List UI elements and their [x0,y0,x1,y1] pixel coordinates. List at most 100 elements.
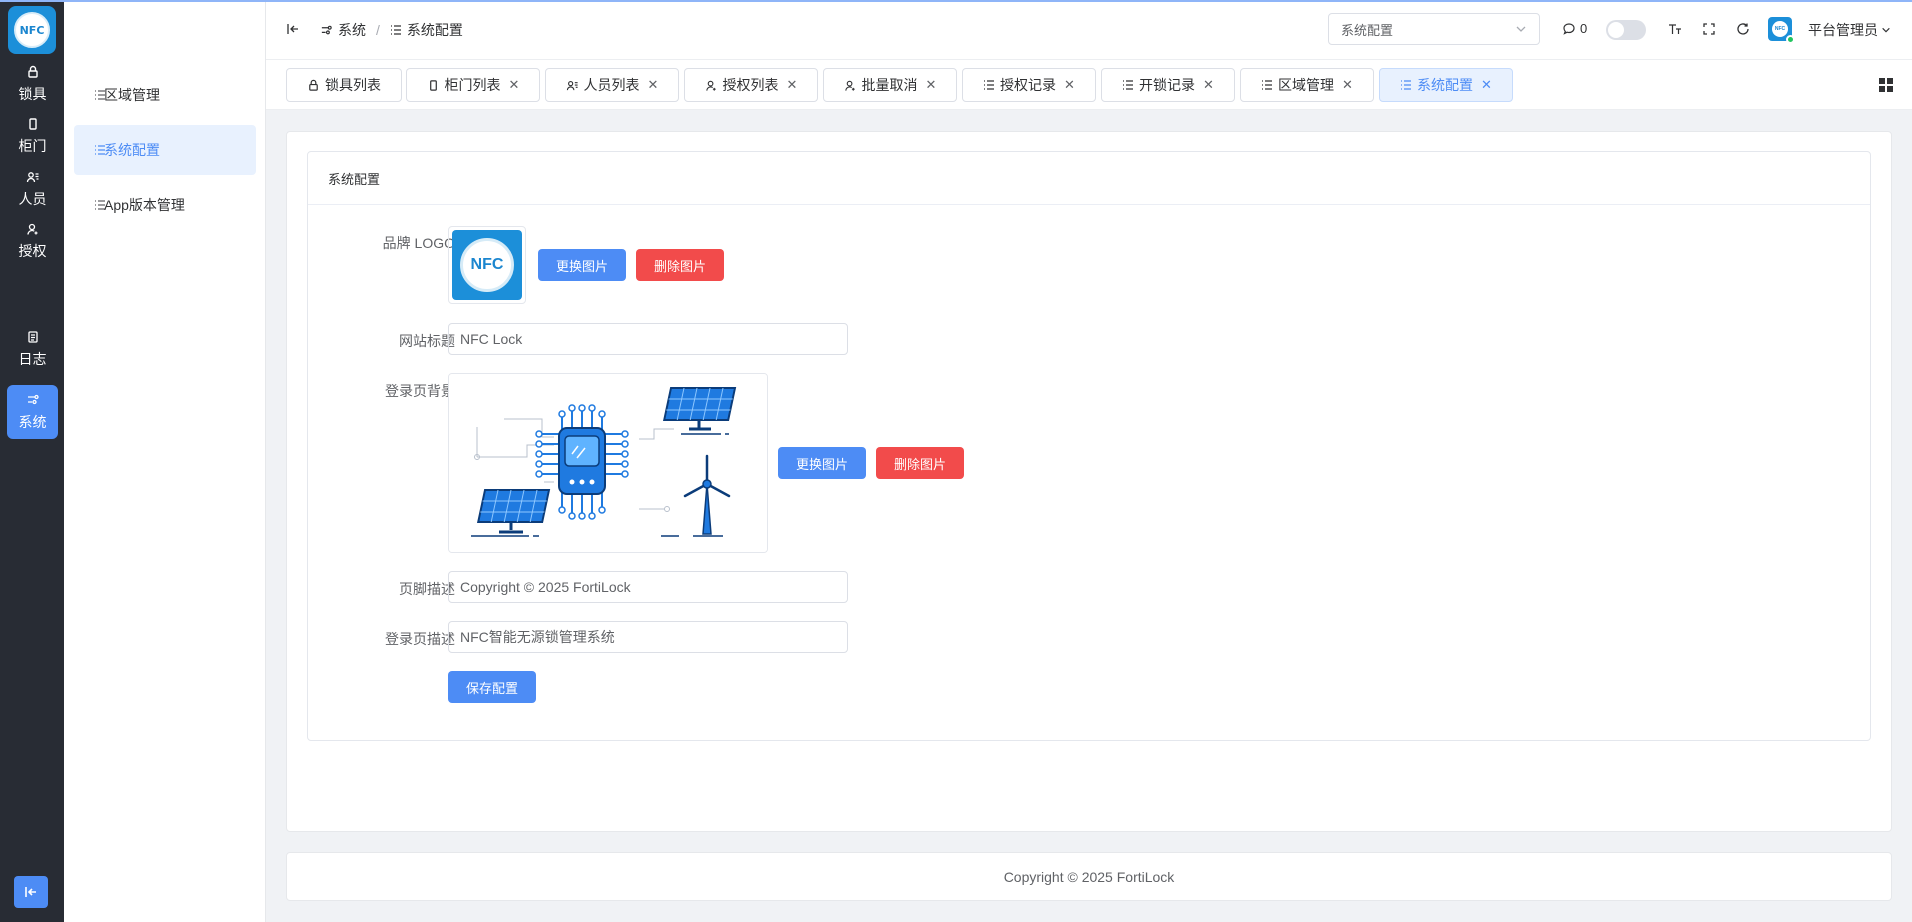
login-bg-label: 登录页背景 [385,383,455,399]
users-icon [26,171,38,182]
close-icon[interactable]: ✕ [1064,77,1075,93]
footer-desc-input[interactable]: Copyright © 2025 FortiLock [448,571,848,603]
list-icon [984,80,995,90]
tab-auth-records[interactable]: 授权记录 ✕ [962,68,1096,102]
tab-lock-list[interactable]: 锁具列表 [286,68,402,102]
tab-label: 人员列表 [583,77,640,93]
message-count: 0 [1580,21,1588,36]
settings-sliders-icon [321,25,332,34]
tab-batch-cancel[interactable]: 批量取消 ✕ [823,68,957,102]
menu-search-select[interactable]: 系统配置 [1328,13,1540,45]
avatar-text: NFC [1772,21,1788,37]
primary-nav-rail: NFC 锁具 柜门 人员 授权 日志 系统 [0,0,64,922]
user-key-icon [844,80,855,91]
user-key-icon [26,223,37,235]
rail-item-label: 系统 [18,413,47,430]
close-icon[interactable]: ✕ [509,77,520,93]
list-icon [1123,80,1134,90]
top-header: 系统 / 系统配置 系统配置 0 NFC 平台管理员 [266,0,1912,60]
tab-auth-list[interactable]: 授权列表 ✕ [684,68,818,102]
user-menu[interactable]: 平台管理员 [1808,20,1891,40]
theme-toggle[interactable] [1606,20,1646,40]
tab-label: 开锁记录 [1139,77,1196,93]
close-icon[interactable]: ✕ [787,77,798,93]
font-size-icon[interactable] [1668,22,1682,36]
close-icon[interactable]: ✕ [1203,77,1214,93]
rail-item-label: 人员 [18,190,47,207]
list-icon [1262,80,1273,90]
change-background-button[interactable]: 更换图片 [778,447,866,479]
select-value: 系统配置 [1341,22,1394,38]
rail-item-label: 授权 [18,242,47,259]
site-title-input[interactable]: NFC Lock [448,323,848,355]
rail-item-doors[interactable]: 柜门 [7,109,58,163]
rail-item-people[interactable]: 人员 [7,162,58,216]
user-name: 平台管理员 [1808,22,1878,38]
login-bg-preview [448,373,768,553]
site-title-label: 网站标题 [399,333,455,349]
list-icon [95,200,105,210]
save-config-button[interactable]: 保存配置 [448,671,536,703]
sidebar-item-system-config[interactable]: 系统配置 [74,125,256,175]
rail-item-auth[interactable]: 授权 [7,214,58,268]
tab-area-management[interactable]: 区域管理 ✕ [1240,68,1374,102]
rail-item-label: 柜门 [18,137,47,154]
tab-label: 授权列表 [722,77,779,93]
tab-system-config[interactable]: 系统配置 ✕ [1379,68,1513,102]
rail-item-label: 日志 [18,350,47,367]
tab-label: 系统配置 [1417,77,1474,93]
login-desc-label: 登录页描述 [385,631,455,647]
collapse-left-icon [25,887,36,897]
brand-logo-label: 品牌 LOGO [382,235,455,251]
footer-copyright: Copyright © 2025 FortiLock [1003,868,1175,885]
rail-item-logs[interactable]: 日志 [7,322,58,376]
chevron-down-icon [1882,27,1890,33]
sidebar-item-area-management[interactable]: 区域管理 [74,70,256,120]
list-icon [95,90,105,100]
close-icon[interactable]: ✕ [648,77,659,93]
log-icon [27,330,38,343]
open-tabs-bar: 锁具列表 柜门列表 ✕ 人员列表 ✕ 授权列表 ✕ 批量取消 ✕ 授权记录 ✕ … [266,60,1912,110]
delete-logo-button[interactable]: 删除图片 [636,249,724,281]
online-status-dot [1786,35,1795,44]
top-accent-line [0,0,1912,2]
lock-icon [309,79,318,91]
refresh-icon[interactable] [1736,22,1750,36]
login-desc-input[interactable]: NFC智能无源锁管理系统 [448,621,848,653]
list-icon [95,145,105,155]
tab-label: 区域管理 [1278,77,1335,93]
app-logo[interactable]: NFC [8,6,56,54]
rail-item-locks[interactable]: 锁具 [7,57,58,111]
tab-label: 锁具列表 [325,77,381,93]
breadcrumb-item[interactable]: 系统 [338,20,366,40]
breadcrumb: 系统 / 系统配置 [320,20,463,40]
collapse-rail-button[interactable] [14,876,48,908]
list-icon [390,25,401,35]
grid-menu-icon[interactable] [1878,77,1894,93]
breadcrumb-item: 系统配置 [406,22,463,38]
list-icon [1401,80,1412,90]
tab-people-list[interactable]: 人员列表 ✕ [545,68,679,102]
fold-sidebar-icon[interactable] [286,22,300,36]
breadcrumb-separator: / [376,22,380,38]
tab-unlock-records[interactable]: 开锁记录 ✕ [1101,68,1235,102]
lock-icon [27,65,38,78]
close-icon[interactable]: ✕ [1481,77,1492,93]
delete-background-button[interactable]: 删除图片 [876,447,964,479]
messages-button[interactable]: 0 [1562,21,1587,36]
close-icon[interactable]: ✕ [1342,77,1353,93]
close-icon[interactable]: ✕ [926,77,937,93]
fullscreen-icon[interactable] [1702,22,1716,36]
tab-door-list[interactable]: 柜门列表 ✕ [406,68,540,102]
tab-label: 批量取消 [861,77,918,93]
door-icon [429,79,437,91]
change-logo-button[interactable]: 更换图片 [538,249,626,281]
page-footer: Copyright © 2025 FortiLock [286,852,1892,901]
login-background-illustration [449,374,767,552]
panel-title: 系统配置 [308,152,1870,205]
tab-label: 授权记录 [1000,77,1057,93]
sidebar-item-app-version[interactable]: App版本管理 [74,180,256,230]
rail-item-system[interactable]: 系统 [7,385,58,439]
users-icon [566,80,578,90]
brand-logo-text: NFC [460,238,514,292]
